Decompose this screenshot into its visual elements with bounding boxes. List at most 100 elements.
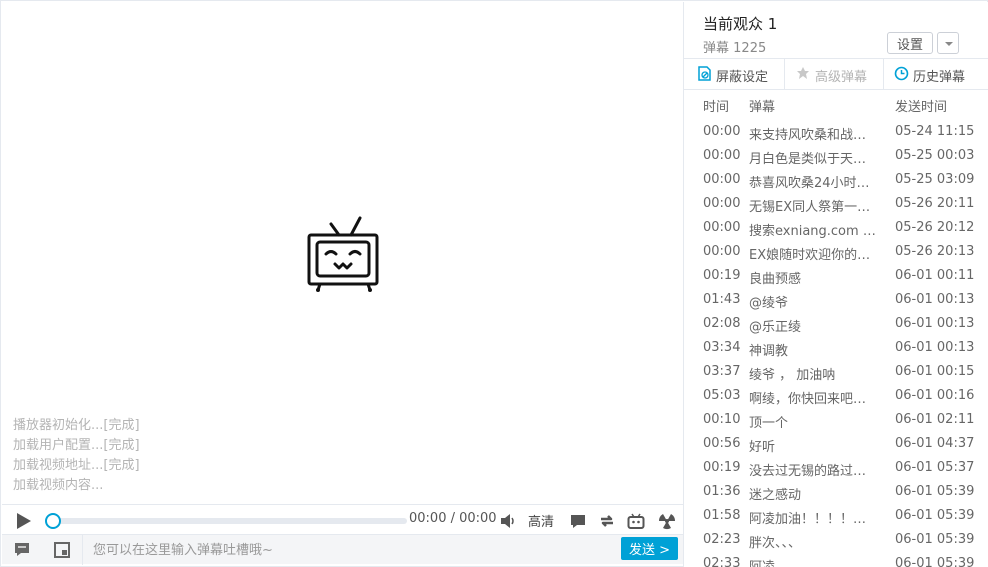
danmaku-sent-time: 06-01 00:13 <box>895 340 975 355</box>
volume-icon[interactable] <box>499 512 517 530</box>
danmaku-row[interactable]: 00:00 恭喜风吹桑24小时直播成功 05-25 03:09 <box>684 168 988 192</box>
danmaku-sent-time: 05-26 20:11 <box>895 196 975 211</box>
load-log-line: 加载视频内容... <box>13 478 104 493</box>
danmaku-time: 02:08 <box>703 316 741 331</box>
tab-label: 高级弹幕 <box>815 70 868 85</box>
video-player: 播放器初始化...[完成] 加载用户配置...[完成] 加载视频地址...[完成… <box>0 0 988 567</box>
column-header-sent-time[interactable]: 发送时间 <box>895 96 947 115</box>
advanced-danmaku-icon <box>797 67 809 79</box>
tab-label: 历史弹幕 <box>913 70 966 85</box>
danmaku-text: EX娘随时欢迎你的到来哦 <box>749 248 876 263</box>
viewer-label: 当前观众 <box>703 15 764 33</box>
settings-button[interactable]: 设置 <box>887 32 933 54</box>
danmaku-sent-time: 05-24 11:15 <box>895 124 975 139</box>
danmaku-row[interactable]: 00:10 顶一个 06-01 02:11 <box>684 408 988 432</box>
tab-label: 屏蔽设定 <box>716 70 769 85</box>
danmaku-text: 无锡EX同人祭第一届开始啦 <box>749 200 876 215</box>
danmaku-time: 00:00 <box>703 124 741 139</box>
danmaku-text: 顶一个 <box>749 416 789 431</box>
danmaku-time: 00:00 <box>703 244 741 259</box>
danmaku-sent-time: 06-01 04:37 <box>895 436 975 451</box>
danmaku-text: 来支持风吹桑和战斗民族了 <box>749 128 876 143</box>
danmaku-text: 神调教 <box>749 344 789 359</box>
loop-icon[interactable] <box>598 512 616 530</box>
danmaku-row[interactable]: 01:58 阿凌加油！！！！！！！ 06-01 05:39 <box>684 504 988 528</box>
viewer-count: 当前观众 1 <box>703 13 777 34</box>
danmaku-label: 弹幕 <box>703 41 730 56</box>
bilibili-tv-icon[interactable] <box>627 512 645 530</box>
danmaku-toggle-icon[interactable] <box>569 512 587 530</box>
danmaku-row[interactable]: 00:00 无锡EX同人祭第一届开始啦 05-26 20:11 <box>684 192 988 216</box>
load-log-line: 加载用户配置...[完成] <box>13 438 140 453</box>
danmaku-row[interactable]: 00:00 搜索exniang.com 了解更多 05-26 20:12 <box>684 216 988 240</box>
chevron-down-icon <box>945 42 953 46</box>
danmaku-time: 00:56 <box>703 436 741 451</box>
danmaku-sent-time: 05-26 20:12 <box>895 220 975 235</box>
danmaku-sent-time: 06-01 00:13 <box>895 316 975 331</box>
loading-log: 播放器初始化...[完成] 加载用户配置...[完成] 加载视频地址...[完成… <box>13 416 140 496</box>
danmaku-text: @乐正绫 <box>749 320 802 335</box>
load-log-line: 加载视频地址...[完成] <box>13 458 140 473</box>
danmaku-row[interactable]: 03:34 神调教 06-01 00:13 <box>684 336 988 360</box>
danmaku-row[interactable]: 00:19 良曲预感 06-01 00:11 <box>684 264 988 288</box>
progress-knob[interactable] <box>45 513 61 529</box>
danmaku-sent-time: 06-01 00:16 <box>895 388 975 403</box>
danmaku-row[interactable]: 01:43 @绫爷 06-01 00:13 <box>684 288 988 312</box>
danmaku-row[interactable]: 03:37 绫爷 ， 加油呐 06-01 00:15 <box>684 360 988 384</box>
danmaku-row[interactable]: 00:19 没去过无锡的路过的人表示 06-01 05:37 <box>684 456 988 480</box>
tool-tabs: 屏蔽设定 高级弹幕 历史弹幕 <box>684 58 988 90</box>
danmaku-row[interactable]: 05:03 啊绫，你快回来吧我想你了 06-01 00:16 <box>684 384 988 408</box>
danmaku-time: 05:03 <box>703 388 741 403</box>
danmaku-sent-time: 06-01 00:11 <box>895 268 975 283</box>
danmaku-text: 良曲预感 <box>749 272 802 287</box>
play-icon[interactable] <box>13 511 33 531</box>
column-header-danmaku[interactable]: 弹幕 <box>749 96 775 115</box>
danmaku-list[interactable]: 00:00 来支持风吹桑和战斗民族了 05-24 11:15 00:00 月白色是类似于… <box>684 120 988 567</box>
danmaku-time: 00:10 <box>703 412 741 427</box>
danmaku-sent-time: 05-25 03:09 <box>895 172 975 187</box>
bilibili-tv-logo <box>307 216 379 292</box>
time-display: 00:00 / 00:00 <box>409 511 497 526</box>
danmaku-time: 01:58 <box>703 508 741 523</box>
danmaku-text: 阿凌加油！！！！！！！ <box>749 512 876 527</box>
danmaku-time: 00:00 <box>703 220 741 235</box>
viewer-number: 1 <box>767 15 778 33</box>
progress-bar[interactable] <box>45 513 407 529</box>
danmaku-row[interactable]: 00:00 EX娘随时欢迎你的到来哦 05-26 20:13 <box>684 240 988 264</box>
danmaku-count: 弹幕 1225 <box>703 37 766 56</box>
danmaku-text: 阿凌 <box>749 556 876 567</box>
danmaku-row[interactable]: 00:56 好听 06-01 04:37 <box>684 432 988 456</box>
danmaku-sent-time: 05-25 00:03 <box>895 148 975 163</box>
danmaku-sent-time: 06-01 05:37 <box>895 460 975 475</box>
danmaku-text: 胖次、、、 <box>749 536 802 551</box>
danmaku-input[interactable] <box>84 538 614 562</box>
danmaku-mode-icon[interactable] <box>53 541 71 559</box>
radiation-icon[interactable] <box>658 512 676 530</box>
danmaku-sent-time: 06-01 00:15 <box>895 364 975 379</box>
danmaku-row[interactable]: 00:00 月白色是类似于天蓝色吗 05-25 00:03 <box>684 144 988 168</box>
danmaku-list-header: 时间 弹幕 发送时间 <box>684 90 988 118</box>
danmaku-row[interactable]: 00:00 来支持风吹桑和战斗民族了 05-24 11:15 <box>684 120 988 144</box>
danmaku-time: 02:33 <box>703 556 741 567</box>
danmaku-sent-time: 06-01 05:39 <box>895 532 975 547</box>
danmaku-row[interactable]: 02:33 阿凌 06-01 05:39 <box>684 552 988 567</box>
danmaku-text: 啊绫，你快回来吧我想你了 <box>749 392 876 407</box>
divider <box>784 59 785 89</box>
danmaku-row[interactable]: 01:36 迷之感动 06-01 05:39 <box>684 480 988 504</box>
danmaku-panel: 当前观众 1 弹幕 1225 设置 屏蔽设定 高级弹幕 历史弹幕 时间 弹幕 发… <box>683 2 988 567</box>
danmaku-send-bar: 发送 > <box>2 534 683 565</box>
video-area[interactable]: 播放器初始化...[完成] 加载用户配置...[完成] 加载视频地址...[完成… <box>2 2 683 504</box>
danmaku-style-icon[interactable] <box>13 541 31 559</box>
danmaku-row[interactable]: 02:08 @乐正绫 06-01 00:13 <box>684 312 988 336</box>
danmaku-sent-time: 06-01 05:39 <box>895 484 975 499</box>
danmaku-row[interactable]: 02:23 胖次、、、 06-01 05:39 <box>684 528 988 552</box>
settings-dropdown-button[interactable] <box>937 32 959 54</box>
danmaku-text: 绫爷 ， 加油呐 <box>749 368 836 383</box>
danmaku-time: 03:34 <box>703 340 741 355</box>
quality-selector[interactable]: 高清 <box>528 511 554 530</box>
column-header-time[interactable]: 时间 <box>703 96 729 115</box>
control-bar: 00:00 / 00:00 高清 <box>2 504 683 534</box>
danmaku-text: 没去过无锡的路过的人表示 <box>749 464 876 479</box>
send-button[interactable]: 发送 > <box>621 537 678 560</box>
danmaku-time: 00:19 <box>703 460 741 475</box>
